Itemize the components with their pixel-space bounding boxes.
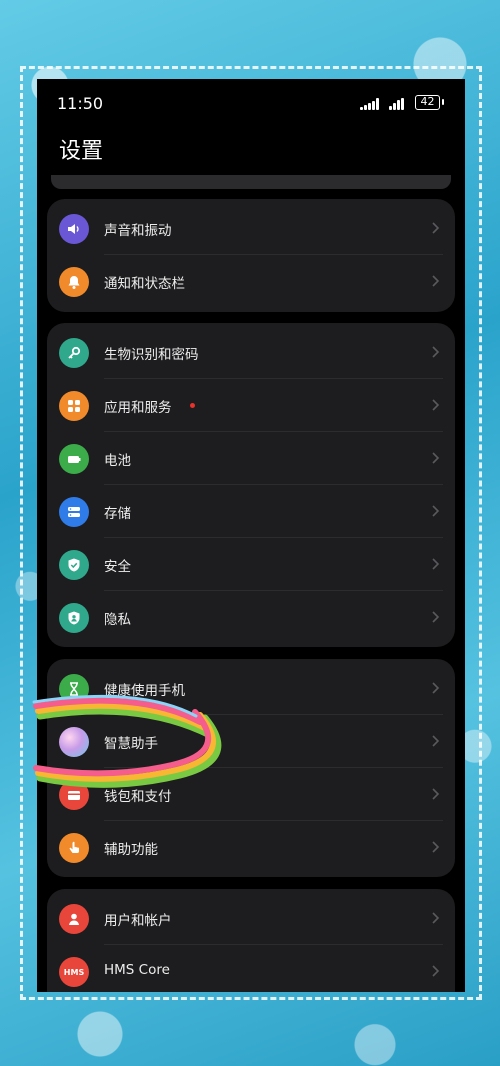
chevron-right-icon — [432, 788, 440, 800]
settings-item-label: 通知和状态栏 — [104, 276, 185, 292]
hand-icon — [59, 833, 89, 863]
settings-item-label: 健康使用手机 — [104, 683, 185, 699]
settings-item-label: 应用和服务 — [104, 400, 172, 416]
settings-item-label: 生物识别和密码 — [104, 347, 199, 363]
chevron-right-icon — [432, 275, 440, 287]
settings-item-users-accounts[interactable]: 用户和帐户 — [47, 892, 455, 945]
settings-item-security[interactable]: 安全 — [47, 538, 455, 591]
battery-icon — [59, 444, 89, 474]
speaker-icon — [59, 214, 89, 244]
chevron-right-icon — [432, 912, 440, 924]
wallet-icon — [59, 780, 89, 810]
settings-item-sound[interactable]: 声音和振动 — [47, 202, 455, 255]
chevron-right-icon — [432, 841, 440, 853]
settings-item-label: 声音和振动 — [104, 223, 172, 239]
privacy-shield-icon — [59, 603, 89, 633]
settings-item-hms-core[interactable]: HMS HMS Core — [47, 945, 455, 992]
chevron-right-icon — [432, 735, 440, 747]
status-time: 11:50 — [57, 94, 104, 113]
settings-item-label: 隐私 — [104, 612, 131, 628]
cellular-signal-icon — [360, 98, 382, 110]
storage-icon — [59, 497, 89, 527]
settings-item-label: 辅助功能 — [104, 842, 158, 858]
battery-indicator: 42 — [415, 95, 444, 110]
settings-item-apps[interactable]: 应用和服务 — [47, 379, 455, 432]
settings-group-2: 生物识别和密码 应用和服务 电池 存储 安全 隐私 — [47, 323, 455, 647]
settings-item-battery[interactable]: 电池 — [47, 432, 455, 485]
search-bar[interactable] — [51, 175, 451, 189]
chevron-right-icon — [432, 346, 440, 358]
settings-item-notifications[interactable]: 通知和状态栏 — [47, 255, 455, 308]
hms-icon: HMS — [59, 957, 89, 987]
chevron-right-icon — [432, 222, 440, 234]
page-title: 设置 — [59, 139, 104, 164]
chevron-right-icon — [432, 558, 440, 570]
settings-item-label: 电池 — [104, 453, 131, 469]
chevron-right-icon — [432, 452, 440, 464]
status-bar: 11:50 42 — [37, 79, 465, 127]
bell-icon — [59, 267, 89, 297]
hourglass-icon — [59, 674, 89, 704]
shield-check-icon — [59, 550, 89, 580]
settings-group-3: 健康使用手机 智慧助手 钱包和支付 辅助功能 — [47, 659, 455, 877]
settings-item-biometrics[interactable]: 生物识别和密码 — [47, 326, 455, 379]
settings-item-label: 用户和帐户 — [104, 913, 172, 929]
settings-item-label: 智慧助手 — [104, 736, 158, 752]
key-icon — [59, 338, 89, 368]
chevron-right-icon — [432, 682, 440, 694]
update-badge — [190, 403, 195, 408]
assistant-orb-icon — [59, 727, 89, 757]
settings-item-label: 钱包和支付 — [104, 789, 172, 805]
settings-item-smart-assistant[interactable]: 智慧助手 — [47, 715, 455, 768]
chevron-right-icon — [432, 965, 440, 977]
chevron-right-icon — [432, 399, 440, 411]
phone-screen: 11:50 42 设置 声音和振动 通知和状态栏 生物识别和密码 应用和服务 电… — [37, 79, 465, 992]
user-icon — [59, 904, 89, 934]
settings-item-storage[interactable]: 存储 — [47, 485, 455, 538]
settings-item-label: 存储 — [104, 506, 131, 522]
wifi-signal-icon — [389, 98, 407, 110]
settings-item-digital-balance[interactable]: 健康使用手机 — [47, 662, 455, 715]
settings-item-label: HMS Core — [104, 962, 170, 978]
settings-item-label: 安全 — [104, 559, 131, 575]
settings-group-4: 用户和帐户 HMS HMS Core — [47, 889, 455, 992]
settings-item-privacy[interactable]: 隐私 — [47, 591, 455, 644]
settings-group-1: 声音和振动 通知和状态栏 — [47, 199, 455, 312]
chevron-right-icon — [432, 505, 440, 517]
settings-item-accessibility[interactable]: 辅助功能 — [47, 821, 455, 874]
apps-icon — [59, 391, 89, 421]
chevron-right-icon — [432, 611, 440, 623]
settings-item-wallet[interactable]: 钱包和支付 — [47, 768, 455, 821]
